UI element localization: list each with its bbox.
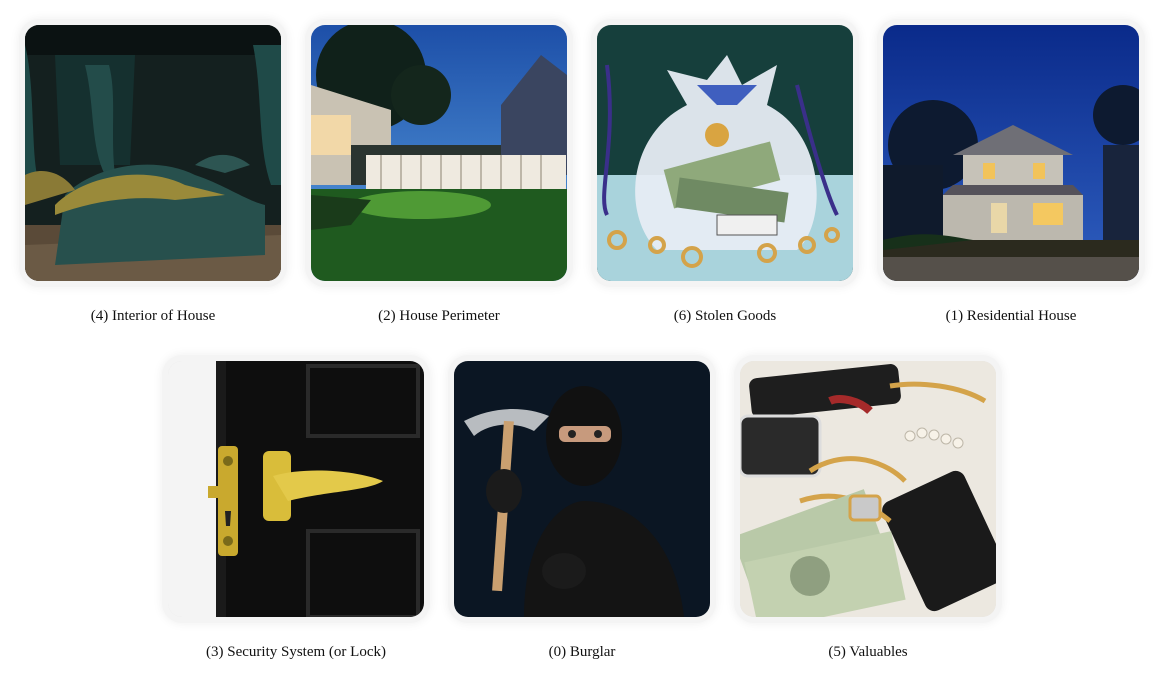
card-residential-house: (1) Residential House — [876, 25, 1146, 325]
stolen-goods-image — [597, 25, 853, 281]
card-interior-of-house: (4) Interior of House — [18, 25, 288, 325]
card-house-perimeter: (2) House Perimeter — [304, 25, 574, 325]
card-stolen-goods: (6) Stolen Goods — [590, 25, 860, 325]
burglar-image — [454, 361, 710, 617]
residential-house-image — [883, 25, 1139, 281]
card-valuables: (5) Valuables — [733, 361, 1003, 661]
house-perimeter-image — [311, 25, 567, 281]
card-burglar: (0) Burglar — [447, 361, 717, 661]
valuables-image — [740, 361, 996, 617]
security-system-image — [168, 361, 424, 617]
card-caption: (5) Valuables — [828, 644, 908, 660]
card-caption: (0) Burglar — [548, 644, 616, 660]
card-caption: (2) House Perimeter — [378, 308, 500, 324]
card-caption: (6) Stolen Goods — [673, 308, 777, 324]
interior-of-house-image — [25, 25, 281, 281]
card-caption: (3) Security System (or Lock) — [206, 644, 386, 660]
card-security-system: (3) Security System (or Lock) — [161, 361, 431, 661]
card-caption: (4) Interior of House — [90, 308, 216, 324]
card-caption: (1) Residential House — [945, 308, 1077, 324]
